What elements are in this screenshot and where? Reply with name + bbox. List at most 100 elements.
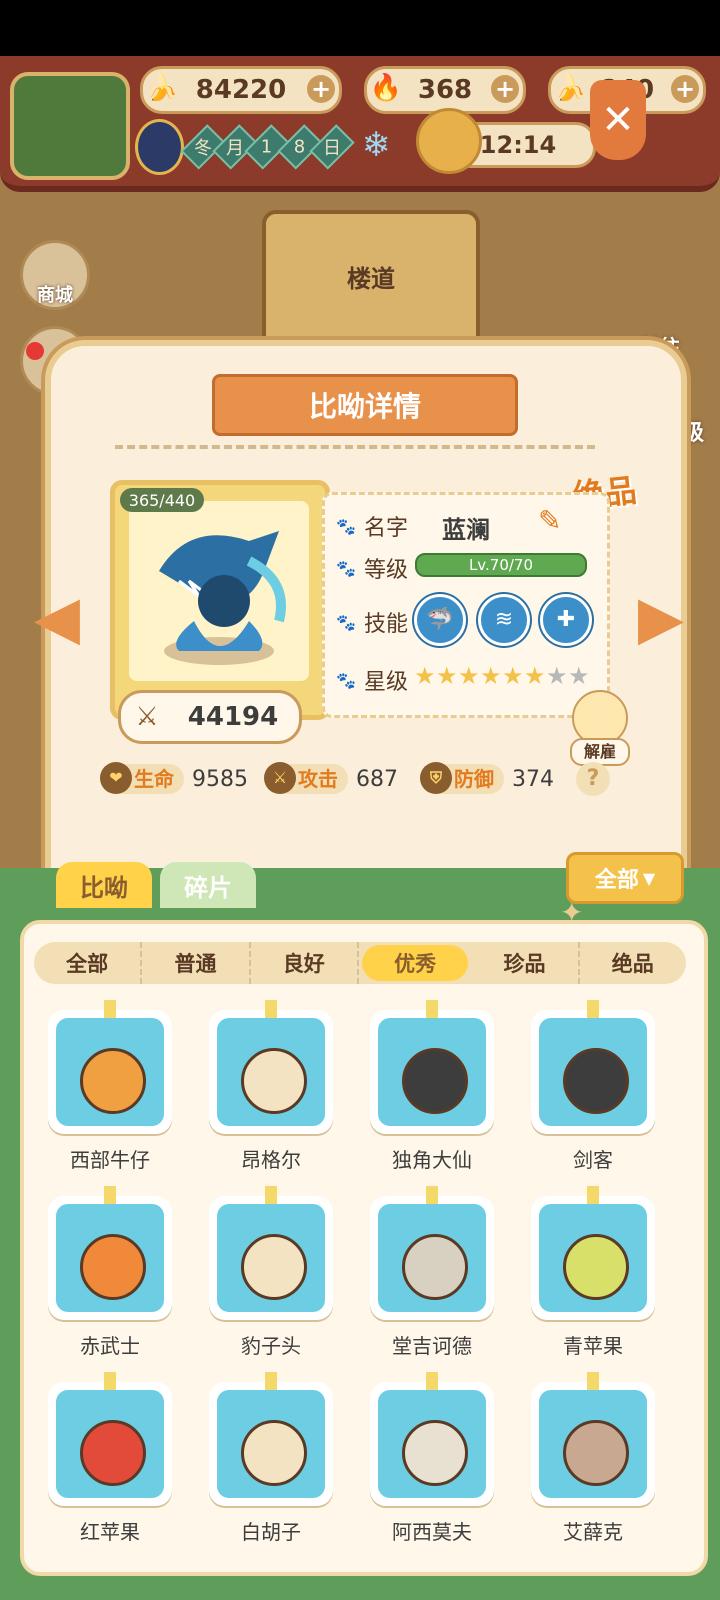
add-banana-button[interactable]: + (307, 75, 335, 103)
cat-character-image (80, 1234, 146, 1300)
tab-biyo[interactable]: 比呦 (56, 862, 152, 908)
character-portrait (217, 1018, 325, 1126)
attack-value: 687 (356, 766, 398, 792)
character-card-item[interactable]: 独角大仙 (370, 1000, 494, 1180)
player-avatar[interactable] (10, 72, 130, 180)
character-name: 阿西莫夫 (392, 1520, 472, 1544)
character-portrait (539, 1390, 647, 1498)
edit-name-button[interactable]: ✎ (538, 504, 561, 537)
character-portrait (539, 1018, 647, 1126)
rarity-filter-bar: 全部 普通 良好 优秀 珍品 绝品 (34, 942, 686, 984)
filter-option-selected[interactable]: 优秀 (361, 945, 469, 981)
title-divider (115, 445, 595, 449)
character-card-item[interactable]: 阿西莫夫 (370, 1372, 494, 1552)
character-card-item[interactable]: 青苹果 (531, 1186, 655, 1366)
tape-pin-icon (104, 1372, 116, 1390)
attack-label: 攻击 (298, 767, 338, 791)
tape-pin-icon (426, 1186, 438, 1204)
skill-label: 技能 (364, 612, 409, 637)
location-sign: 楼道 (347, 265, 395, 293)
character-card-item[interactable]: 豹子头 (209, 1186, 333, 1366)
add-blue-banana-button[interactable]: + (671, 75, 699, 103)
character-card-item[interactable]: 艾薛克 (531, 1372, 655, 1552)
defense-stat: ⛨ 防御 374 (420, 762, 554, 796)
character-card-item[interactable]: 赤武士 (48, 1186, 172, 1366)
dismiss-button[interactable]: 解雇 (560, 690, 636, 766)
card-frame (48, 1196, 172, 1320)
character-portrait (56, 1018, 164, 1126)
heal-skill-icon[interactable]: ✚ (540, 594, 592, 646)
character-name: 昂格尔 (241, 1148, 301, 1172)
character-name: 白胡子 (241, 1520, 301, 1544)
filter-option[interactable]: 全部 (34, 942, 143, 984)
heart-icon: ❤ (100, 762, 132, 794)
paw-icon: 🐾 (336, 613, 356, 632)
help-button[interactable]: ? (576, 762, 610, 796)
star-filled-icon: ★ (414, 662, 436, 690)
character-portrait (539, 1204, 647, 1312)
add-flame-button[interactable]: + (491, 75, 519, 103)
shark-skill-icon[interactable]: 🦈 (414, 594, 466, 646)
character-card-item[interactable]: 昂格尔 (209, 1000, 333, 1180)
filter-option[interactable]: 良好 (251, 942, 359, 984)
tape-pin-icon (104, 1000, 116, 1018)
filter-all-label: 全部 (594, 868, 639, 893)
crossed-swords-icon: ⚔ (135, 702, 159, 732)
banana-resource[interactable]: 🍌 84220 + (140, 66, 342, 114)
character-name: 青苹果 (563, 1334, 623, 1358)
attack-icon: ⚔ (264, 762, 296, 794)
character-card-item[interactable]: 剑客 (531, 1000, 655, 1180)
filter-all-dropdown[interactable]: 全部 ▼ (566, 852, 684, 904)
wave-skill-icon[interactable]: ≋ (478, 594, 530, 646)
defense-value: 374 (512, 766, 554, 792)
tape-pin-icon (265, 1000, 277, 1018)
defense-label: 防御 (454, 767, 494, 791)
character-name: 堂吉诃德 (392, 1334, 472, 1358)
shop-button[interactable]: 商城 (20, 240, 90, 310)
character-name: 赤武士 (80, 1334, 140, 1358)
corridor-building: 楼道 (262, 210, 480, 358)
character-name: 艾薛克 (563, 1520, 623, 1544)
character-card-item[interactable]: 西部牛仔 (48, 1000, 172, 1180)
tape-pin-icon (426, 1000, 438, 1018)
filter-option[interactable]: 绝品 (580, 942, 686, 984)
cat-character-image (563, 1048, 629, 1114)
filter-option[interactable]: 普通 (142, 942, 251, 984)
blue-banana-icon: 🍌 (553, 73, 587, 103)
character-card-item[interactable]: 堂吉诃德 (370, 1186, 494, 1366)
card-frame (370, 1382, 494, 1506)
star-filled-icon: ★ (480, 662, 502, 690)
character-card-item[interactable]: 红苹果 (48, 1372, 172, 1552)
moon-clock-icon (135, 119, 184, 175)
tab-shards[interactable]: 碎片 (160, 862, 256, 908)
card-frame (531, 1196, 655, 1320)
character-name: 红苹果 (80, 1520, 140, 1544)
next-arrow-button[interactable]: ▶ (626, 588, 696, 648)
prev-arrow-button[interactable]: ◀ (22, 588, 92, 648)
character-card-item[interactable]: 白胡子 (209, 1372, 333, 1552)
tape-pin-icon (587, 1186, 599, 1204)
detail-title: 比呦详情 (212, 374, 518, 436)
status-bar (0, 0, 720, 56)
card-frame (209, 1010, 333, 1134)
cat-character-image (563, 1234, 629, 1300)
flame-resource[interactable]: 🔥 368 + (364, 66, 526, 114)
banana-value: 84220 (195, 75, 287, 105)
character-card (110, 480, 330, 720)
star-empty-icon: ★ (546, 662, 568, 690)
close-tag-button[interactable]: ✕ (590, 80, 646, 160)
character-portrait (378, 1204, 486, 1312)
filter-option[interactable]: 珍品 (471, 942, 580, 984)
name-row: 🐾 名字 (336, 510, 408, 542)
cat-character-image (402, 1420, 468, 1486)
star-empty-icon: ★ (568, 662, 590, 690)
card-frame (531, 1382, 655, 1506)
shark-character-image (159, 531, 286, 665)
cat-character-image (241, 1048, 307, 1114)
dismiss-label: 解雇 (570, 738, 630, 766)
character-name: 豹子头 (241, 1334, 301, 1358)
card-frame (209, 1382, 333, 1506)
paw-icon: 🐾 (336, 559, 356, 578)
character-name: 剑客 (573, 1148, 613, 1172)
character-portrait (56, 1390, 164, 1498)
